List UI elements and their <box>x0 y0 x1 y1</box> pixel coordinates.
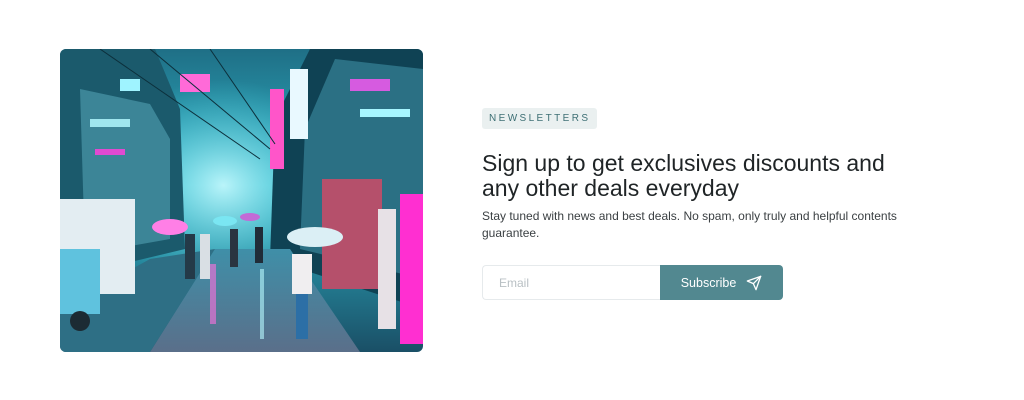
newsletter-section: NEWSLETTERS Sign up to get exclusives di… <box>0 0 1024 400</box>
newsletter-content: NEWSLETTERS Sign up to get exclusives di… <box>482 108 922 300</box>
subscribe-form: Subscribe <box>482 265 922 300</box>
newsletter-description: Stay tuned with news and best deals. No … <box>482 209 897 240</box>
send-icon <box>746 275 762 291</box>
newsletter-badge: NEWSLETTERS <box>482 108 598 129</box>
subscribe-button[interactable]: Subscribe <box>660 265 783 300</box>
email-field[interactable] <box>482 265 660 300</box>
newsletter-heading: Sign up to get exclusives discounts and … <box>482 150 885 201</box>
subscribe-button-label: Subscribe <box>680 275 737 290</box>
city-street-illustration <box>60 49 423 352</box>
hero-image <box>60 49 423 352</box>
